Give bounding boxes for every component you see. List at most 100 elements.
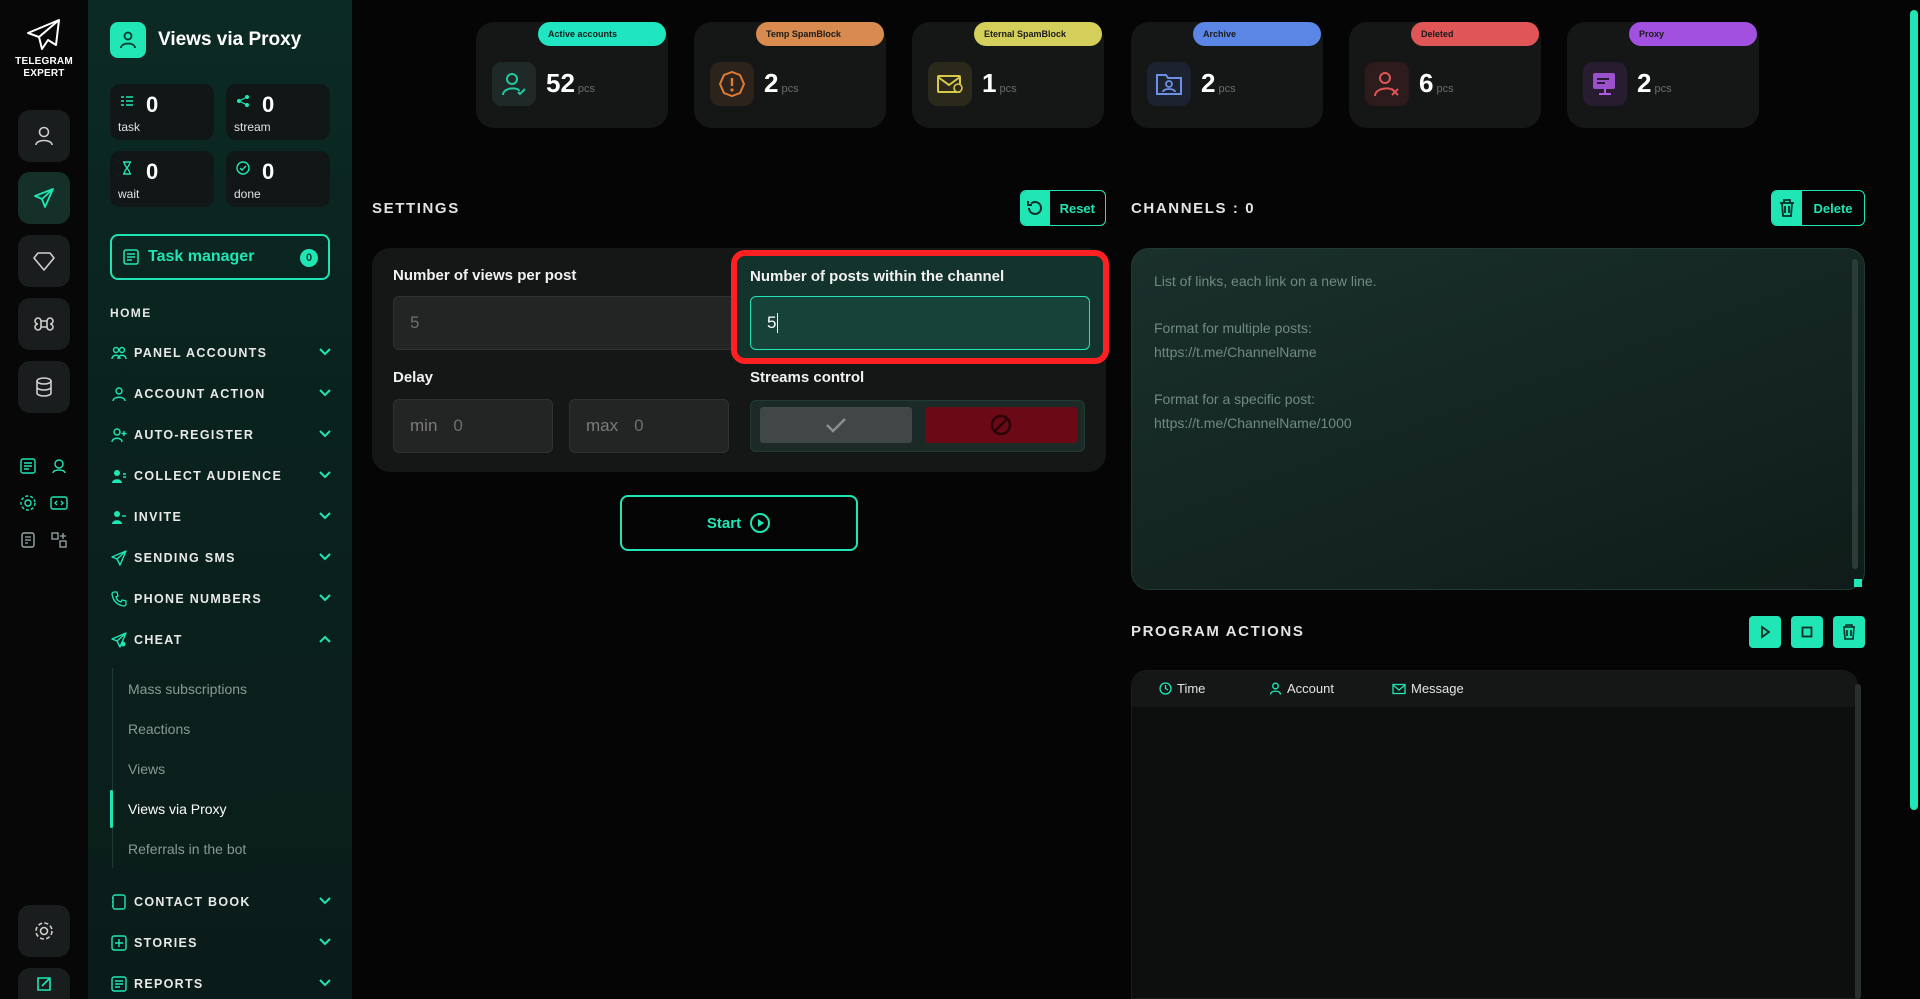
- stat-label: done: [234, 187, 261, 201]
- rail-list-button[interactable]: [17, 455, 39, 477]
- nav-account-action[interactable]: ACCOUNT ACTION: [110, 382, 332, 406]
- chevron-down-icon: [319, 389, 331, 397]
- card-pill: Eternal SpamBlock: [974, 22, 1102, 46]
- placeholder-line: List of links, each link on a new line.: [1154, 273, 1377, 289]
- card-value: 2: [1637, 68, 1652, 98]
- nav-label: PHONE NUMBERS: [134, 592, 263, 606]
- submenu-views[interactable]: Views: [128, 761, 165, 777]
- card-value-row: 2 pcs: [764, 68, 799, 99]
- card-value: 1: [982, 68, 997, 98]
- nav-collect-audience[interactable]: COLLECT AUDIENCE: [110, 464, 332, 488]
- streams-disable-toggle[interactable]: [925, 407, 1077, 443]
- start-label: Start: [706, 514, 742, 532]
- delay-max-input[interactable]: max 0: [569, 399, 729, 453]
- nav-label: SENDING SMS: [134, 551, 236, 565]
- streams-control: [750, 400, 1085, 452]
- card-deleted[interactable]: Deleted 6 pcs: [1349, 22, 1541, 128]
- rail-telegram-button[interactable]: [18, 172, 70, 224]
- stat-value: 0: [146, 92, 159, 117]
- start-button[interactable]: Start: [620, 495, 858, 551]
- nav-stories[interactable]: STORIES: [110, 931, 332, 955]
- submenu-reactions[interactable]: Reactions: [128, 721, 190, 737]
- channel-links-textarea[interactable]: List of links, each link on a new line. …: [1131, 248, 1865, 590]
- submenu-mass-subscriptions[interactable]: Mass subscriptions: [128, 681, 247, 697]
- rail-accounts-button[interactable]: [18, 110, 70, 162]
- nav-panel-accounts[interactable]: PANEL ACCOUNTS: [110, 341, 332, 365]
- program-actions-title: PROGRAM ACTIONS: [1131, 623, 1305, 640]
- stat-value: 0: [146, 159, 159, 184]
- card-unit: pcs: [1436, 83, 1454, 95]
- stop-log-button[interactable]: [1791, 616, 1823, 648]
- rail-external-button[interactable]: [18, 968, 70, 999]
- column-label: Time: [1177, 681, 1206, 696]
- card-value-row: 2 pcs: [1637, 68, 1672, 99]
- rail-database-button[interactable]: [18, 361, 70, 413]
- nav-home[interactable]: HOME: [110, 306, 152, 320]
- settings-title: SETTINGS: [372, 200, 460, 217]
- streams-enable-toggle[interactable]: [760, 407, 912, 443]
- rail-location-button[interactable]: [48, 455, 70, 477]
- card-pill: Proxy: [1629, 22, 1757, 46]
- chevron-down-icon: [319, 553, 331, 561]
- proxy-icon: [1583, 62, 1627, 106]
- rail-widgets-button[interactable]: [48, 529, 70, 551]
- nav-auto-register[interactable]: AUTO-REGISTER: [110, 423, 332, 447]
- delay-min-input[interactable]: min 0: [393, 399, 553, 453]
- card-unit: pcs: [1654, 83, 1672, 95]
- text-caret: [777, 313, 779, 333]
- nav-label: AUTO-REGISTER: [134, 428, 255, 442]
- task-manager-label: Task manager: [148, 248, 255, 265]
- nav-invite[interactable]: INVITE: [110, 505, 332, 529]
- rail-command-button[interactable]: [18, 298, 70, 350]
- contact-book-icon: [110, 893, 128, 911]
- stat-value: 0: [262, 92, 275, 117]
- icon-rail: TELEGRAM EXPERT: [0, 0, 88, 999]
- chevron-down-icon: [319, 897, 331, 905]
- user-icon: [1269, 682, 1282, 695]
- card-temp-spamblock[interactable]: Temp SpamBlock 2 pcs: [694, 22, 886, 128]
- stat-stream: 0 stream: [226, 84, 330, 140]
- placeholder-line: https://t.me/ChannelName/1000: [1154, 415, 1352, 431]
- posts-within-channel-input[interactable]: 5: [750, 296, 1090, 350]
- logo-text: TELEGRAM EXPERT: [15, 56, 73, 79]
- nav-phone-numbers[interactable]: PHONE NUMBERS: [110, 587, 332, 611]
- task-manager-button[interactable]: Task manager 0: [110, 234, 330, 280]
- command-icon: [34, 317, 54, 331]
- nav-label: CHEAT: [134, 633, 183, 647]
- clear-log-button[interactable]: [1833, 616, 1865, 648]
- rail-preferences-button[interactable]: [18, 905, 70, 957]
- stat-task: 0 task: [110, 84, 214, 140]
- notes-icon: [21, 532, 35, 548]
- textarea-scrollbar[interactable]: [1852, 259, 1858, 569]
- rail-notes-button[interactable]: [17, 529, 39, 551]
- views-per-post-input[interactable]: 5: [393, 296, 735, 350]
- delay-min-value: 0: [453, 416, 463, 435]
- nav-cheat[interactable]: CHEAT: [110, 628, 332, 652]
- submenu-referrals-in-bot[interactable]: Referrals in the bot: [128, 841, 246, 857]
- rail-premium-button[interactable]: [18, 235, 70, 287]
- delete-channels-button[interactable]: Delete: [1771, 190, 1865, 226]
- app-header: Views via Proxy: [110, 22, 301, 58]
- nav-reports[interactable]: REPORTS: [110, 972, 332, 996]
- list-icon: [20, 458, 36, 474]
- card-eternal-spamblock[interactable]: Eternal SpamBlock 1 pcs: [912, 22, 1104, 128]
- chevron-down-icon: [319, 938, 331, 946]
- chevron-up-icon: [319, 635, 331, 643]
- resize-handle[interactable]: [1854, 579, 1862, 587]
- card-proxy[interactable]: Proxy 2 pcs: [1567, 22, 1759, 128]
- log-scrollbar[interactable]: [1855, 684, 1861, 999]
- diamond-icon: [33, 252, 55, 271]
- reset-button[interactable]: Reset: [1020, 190, 1106, 226]
- nav-label: REPORTS: [134, 977, 204, 991]
- nav-contact-book[interactable]: CONTACT BOOK: [110, 890, 332, 914]
- card-archive[interactable]: Archive 2 pcs: [1131, 22, 1323, 128]
- views-per-post-value: 5: [410, 313, 420, 332]
- nav-sending-sms[interactable]: SENDING SMS: [110, 546, 332, 570]
- page-scrollbar[interactable]: [1910, 10, 1918, 810]
- play-log-button[interactable]: [1749, 616, 1781, 648]
- cheat-icon: [110, 631, 128, 649]
- rail-code-button[interactable]: [48, 492, 70, 514]
- card-active-accounts[interactable]: Active accounts 52 pcs: [476, 22, 668, 128]
- rail-settings-button[interactable]: [17, 492, 39, 514]
- submenu-views-via-proxy[interactable]: Views via Proxy: [128, 801, 227, 817]
